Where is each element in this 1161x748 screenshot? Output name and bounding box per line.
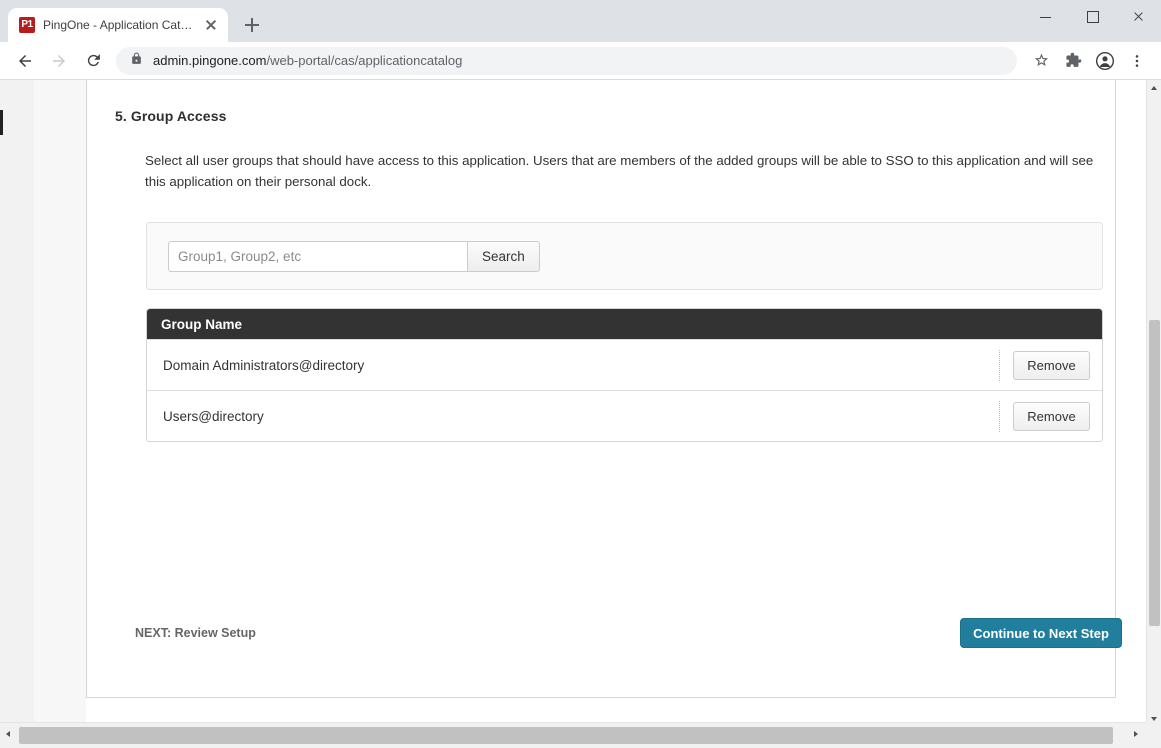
scroll-up-arrow-icon[interactable] (1147, 80, 1161, 96)
window-close-icon[interactable] (1115, 0, 1161, 32)
tab-close-icon[interactable] (202, 16, 220, 34)
table-row: Domain Administrators@directory Remove (147, 339, 1102, 390)
page-background: 5. Group Access Select all user groups t… (0, 80, 1146, 722)
table-row: Users@directory Remove (147, 390, 1102, 441)
address-bar-host: admin.pingone.com (153, 53, 267, 68)
row-divider (999, 400, 1000, 432)
offscreen-sidebar-sliver (0, 110, 3, 135)
continue-to-next-step-button[interactable]: Continue to Next Step (960, 618, 1122, 648)
window-controls (1023, 0, 1161, 42)
lock-icon (130, 52, 143, 70)
account-avatar-icon[interactable] (1089, 45, 1121, 77)
new-tab-button[interactable] (238, 11, 266, 39)
scroll-left-arrow-icon[interactable] (1, 728, 17, 743)
group-access-table: Group Name Domain Administrators@directo… (146, 308, 1103, 442)
pingone-favicon-icon: P1 (19, 17, 35, 33)
horizontal-scrollbar-thumb[interactable] (19, 727, 1113, 744)
scroll-right-arrow-icon[interactable] (1128, 728, 1144, 743)
section-description: Select all user groups that should have … (145, 153, 1094, 189)
remove-group-button[interactable]: Remove (1013, 350, 1090, 380)
vertical-scrollbar[interactable] (1146, 80, 1161, 748)
group-search-panel: Search (146, 222, 1103, 290)
three-dot-menu-icon[interactable] (1121, 45, 1153, 77)
group-search-row: Search (168, 241, 540, 272)
reload-icon[interactable] (76, 44, 110, 78)
tab-title: PingOne - Application Catalog (43, 18, 194, 32)
address-bar-path: /web-portal/cas/applicationcatalog (266, 53, 463, 68)
group-access-panel: 5. Group Access Select all user groups t… (86, 80, 1122, 698)
table-header-row: Group Name (147, 309, 1102, 339)
row-divider (999, 349, 1000, 381)
group-name-cell: Domain Administrators@directory (163, 357, 365, 373)
puzzle-piece-icon[interactable] (1057, 45, 1089, 77)
star-icon[interactable] (1025, 45, 1057, 77)
address-bar[interactable]: admin.pingone.com/web-portal/cas/applica… (116, 46, 1017, 75)
horizontal-scrollbar[interactable] (0, 722, 1161, 748)
browser-toolbar: admin.pingone.com/web-portal/cas/applica… (0, 42, 1161, 80)
browser-tab-active[interactable]: P1 PingOne - Application Catalog (8, 8, 228, 42)
page-title: 5. Group Access (115, 108, 227, 124)
group-search-input[interactable] (168, 241, 467, 272)
page-left-gutter-inner (0, 80, 34, 722)
column-header-group-name: Group Name (161, 316, 243, 332)
page-left-gutter (0, 80, 86, 722)
forward-arrow-icon (42, 44, 76, 78)
browser-titlebar: P1 PingOne - Application Catalog (0, 0, 1161, 42)
vertical-scrollbar-thumb[interactable] (1149, 320, 1160, 626)
browser-window: P1 PingOne - Application Catalog admin.p… (0, 0, 1161, 748)
page-viewport: 5. Group Access Select all user groups t… (0, 80, 1161, 748)
next-step-label: NEXT: Review Setup (135, 626, 256, 640)
search-button[interactable]: Search (467, 241, 540, 272)
remove-group-button[interactable]: Remove (1013, 401, 1090, 431)
scrollbar-corner (1146, 722, 1161, 748)
back-arrow-icon[interactable] (8, 44, 42, 78)
minimize-icon[interactable] (1023, 0, 1069, 32)
group-name-cell: Users@directory (163, 408, 264, 424)
address-bar-url: admin.pingone.com/web-portal/cas/applica… (153, 53, 462, 68)
maximize-icon[interactable] (1069, 0, 1115, 32)
tab-strip: P1 PingOne - Application Catalog (0, 0, 1023, 42)
